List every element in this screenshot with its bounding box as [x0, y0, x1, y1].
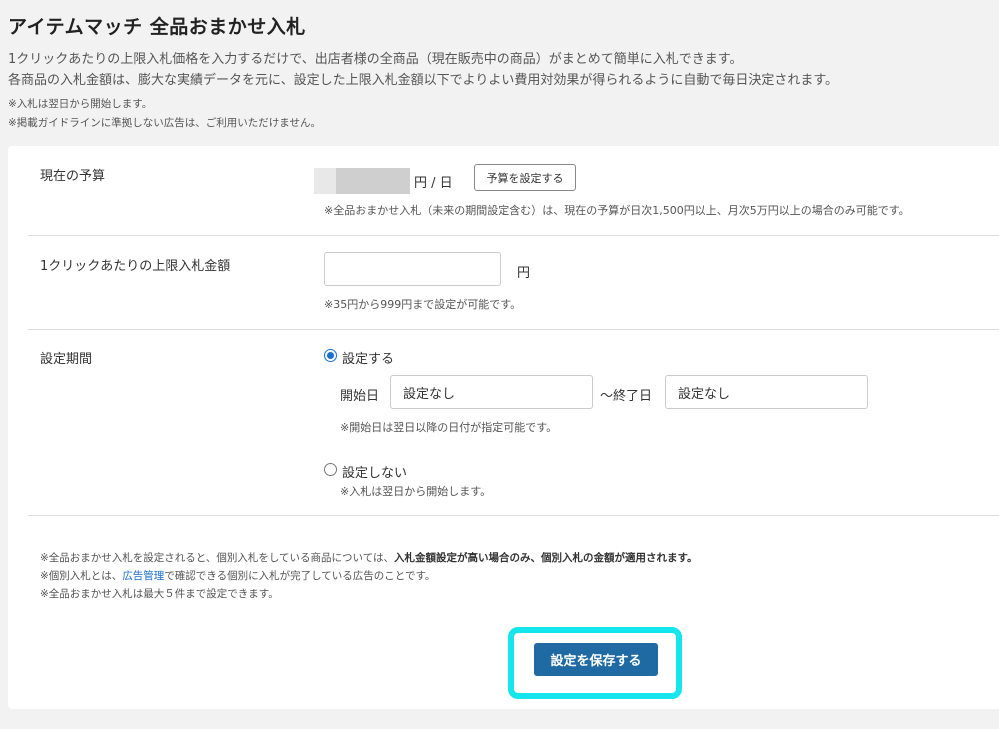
- max-bid-unit: 円: [517, 266, 531, 281]
- settings-card: 現在の予算 円 / 日 予算を設定する ※全品おまかせ入札（未来の期間設定含む）…: [8, 146, 999, 709]
- note-individual-bid: ※全品おまかせ入札を設定されると、個別入札をしている商品については、入札金額設定…: [40, 550, 698, 565]
- note-definition-suffix: で確認できる個別に入札が完了している広告のことです。: [164, 570, 436, 582]
- note-definition-prefix: ※個別入札とは、: [40, 570, 123, 582]
- max-bid-input[interactable]: [324, 252, 501, 286]
- radio-set-period-label[interactable]: 設定する: [342, 348, 394, 367]
- note-guideline: ※掲載ガイドラインに準拠しない広告は、ご利用いただけません。: [8, 117, 321, 129]
- description-line-1: 1クリックあたりの上限入札価格を入力するだけで、出店者様の全商品（現在販売中の商…: [8, 52, 743, 67]
- note-max-settings: ※全品おまかせ入札は最大５件まで設定できます。: [40, 588, 279, 600]
- max-bid-label: 1クリックあたりの上限入札金額: [40, 259, 231, 274]
- unset-hint: ※入札は翌日から開始します。: [340, 485, 492, 498]
- max-bid-hint: ※35円から999円まで設定が可能です。: [324, 298, 522, 311]
- start-date-input[interactable]: 設定なし: [390, 375, 593, 409]
- page-title: アイテムマッチ 全品おまかせ入札: [8, 16, 306, 38]
- period-label: 設定期間: [40, 352, 93, 367]
- divider: [28, 235, 999, 236]
- note-individual-bid-emphasis: 入札金額設定が高い場合のみ、個別入札の金額が適用されます。: [394, 552, 698, 564]
- radio-unset-period[interactable]: [324, 463, 337, 476]
- budget-unit: 円 / 日: [414, 176, 453, 191]
- budget-value-redacted: [314, 168, 410, 194]
- divider: [28, 515, 999, 516]
- end-date-input[interactable]: 設定なし: [665, 375, 868, 409]
- set-budget-button[interactable]: 予算を設定する: [474, 164, 576, 191]
- radio-set-period[interactable]: [324, 349, 337, 362]
- budget-label: 現在の予算: [40, 169, 106, 184]
- note-individual-bid-definition: ※個別入札とは、広告管理で確認できる個別に入札が完了している広告のことです。: [40, 568, 435, 583]
- note-bid-start: ※入札は翌日から開始します。: [8, 98, 153, 110]
- start-date-label: 開始日: [340, 389, 380, 404]
- radio-unset-period-label[interactable]: 設定しない: [342, 462, 407, 481]
- budget-hint: ※全品おまかせ入札（未来の期間設定含む）は、現在の予算が日次1,500円以上、月…: [324, 204, 910, 217]
- description-line-2: 各商品の入札金額は、膨大な実績データを元に、設定した上限入札金額以下でよりよい費…: [8, 73, 839, 88]
- ad-management-link[interactable]: 広告管理: [122, 570, 164, 582]
- save-button[interactable]: 設定を保存する: [534, 643, 658, 676]
- date-hint: ※開始日は翌日以降の日付が指定可能です。: [340, 421, 558, 434]
- note-individual-bid-text: ※全品おまかせ入札を設定されると、個別入札をしている商品については、: [40, 552, 395, 564]
- divider: [28, 329, 999, 330]
- end-date-label: ～終了日: [600, 389, 653, 404]
